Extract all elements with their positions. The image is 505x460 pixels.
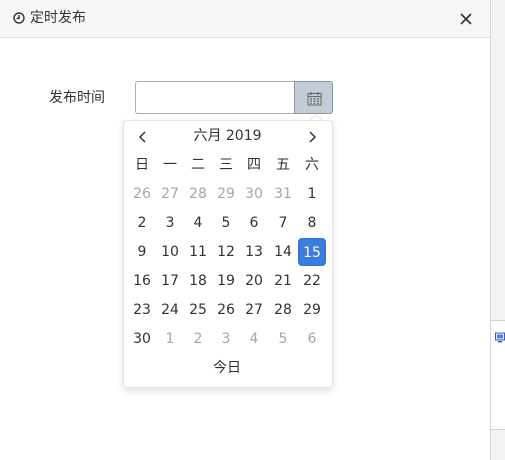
weekday-header: 三 — [219, 157, 233, 173]
day-cell[interactable]: 21 — [269, 267, 297, 295]
day-cell[interactable]: 26 — [128, 180, 156, 208]
day-cell[interactable]: 27 — [156, 180, 184, 208]
day-cell[interactable]: 8 — [298, 209, 326, 237]
day-cell[interactable]: 2 — [128, 209, 156, 237]
weekday-header: 四 — [247, 157, 261, 173]
day-cell[interactable]: 3 — [212, 325, 240, 353]
day-cell[interactable]: 30 — [240, 180, 268, 208]
weekday-header: 六 — [305, 157, 319, 173]
day-cell[interactable]: 3 — [156, 209, 184, 237]
day-cell[interactable]: 4 — [240, 325, 268, 353]
clock-icon — [13, 12, 25, 24]
close-icon[interactable] — [456, 9, 476, 29]
day-cell-selected[interactable]: 15 — [298, 238, 326, 266]
day-cell[interactable]: 29 — [212, 180, 240, 208]
day-cell[interactable]: 1 — [298, 180, 326, 208]
day-cell[interactable]: 25 — [184, 296, 212, 324]
day-cell[interactable]: 5 — [269, 325, 297, 353]
day-cell[interactable]: 18 — [184, 267, 212, 295]
day-cell[interactable]: 12 — [212, 238, 240, 266]
day-cell[interactable]: 30 — [128, 325, 156, 353]
weekday-header: 日 — [135, 157, 149, 173]
day-cell[interactable]: 20 — [240, 267, 268, 295]
day-cell[interactable]: 31 — [269, 180, 297, 208]
today-button[interactable]: 今日 — [198, 359, 256, 377]
day-cell[interactable]: 10 — [156, 238, 184, 266]
day-cell[interactable]: 6 — [298, 325, 326, 353]
day-cell[interactable]: 28 — [184, 180, 212, 208]
day-cell[interactable]: 14 — [269, 238, 297, 266]
day-cell[interactable]: 6 — [240, 209, 268, 237]
weekday-header: 五 — [276, 157, 290, 173]
weekday-header: 一 — [163, 157, 177, 173]
day-cell[interactable]: 16 — [128, 267, 156, 295]
weekday-header: 二 — [191, 157, 205, 173]
chevron-right-icon[interactable] — [302, 127, 322, 147]
calendar-icon — [307, 92, 322, 106]
publish-time-label: 发布时间 — [49, 90, 105, 106]
day-cell[interactable]: 7 — [269, 209, 297, 237]
day-cell[interactable]: 29 — [298, 296, 326, 324]
calendar-button[interactable] — [294, 81, 333, 114]
monitor-icon — [495, 332, 505, 343]
day-cell[interactable]: 2 — [184, 325, 212, 353]
day-cell[interactable]: 17 — [156, 267, 184, 295]
dialog-header: 定时发布 — [0, 0, 490, 38]
dialog-title: 定时发布 — [30, 10, 86, 26]
day-cell[interactable]: 4 — [184, 209, 212, 237]
day-cell[interactable]: 27 — [240, 296, 268, 324]
day-cell[interactable]: 5 — [212, 209, 240, 237]
day-cell[interactable]: 23 — [128, 296, 156, 324]
day-cell[interactable]: 26 — [212, 296, 240, 324]
day-cell[interactable]: 1 — [156, 325, 184, 353]
day-cell[interactable]: 13 — [240, 238, 268, 266]
day-cell[interactable]: 11 — [184, 238, 212, 266]
day-cell[interactable]: 19 — [212, 267, 240, 295]
chevron-left-icon[interactable] — [133, 127, 153, 147]
picker-arrow-inner — [311, 115, 321, 120]
day-cell[interactable]: 24 — [156, 296, 184, 324]
publish-time-input[interactable] — [135, 81, 295, 114]
day-cell[interactable]: 9 — [128, 238, 156, 266]
day-cell[interactable]: 22 — [298, 267, 326, 295]
month-year-title[interactable]: 六月 2019 — [170, 127, 285, 145]
day-cell[interactable]: 28 — [269, 296, 297, 324]
